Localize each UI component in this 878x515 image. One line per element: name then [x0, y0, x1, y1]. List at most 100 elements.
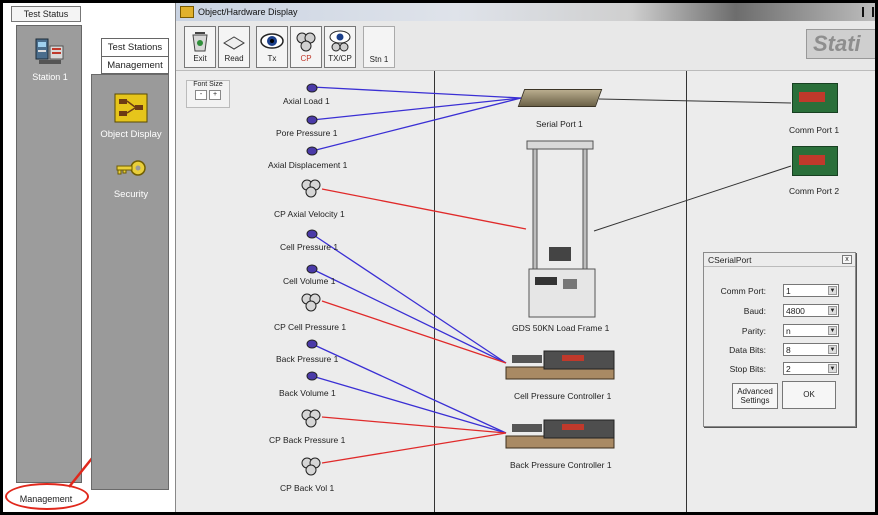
field-label: Baud: — [743, 306, 766, 316]
cp-controller-icon[interactable] — [300, 177, 322, 199]
object-display-icon — [114, 93, 148, 123]
advanced-settings-button[interactable]: Advanced Settings — [732, 383, 778, 409]
sensor-label-cell-pressure[interactable]: Cell Pressure 1 — [280, 242, 338, 252]
serial-port-device[interactable] — [517, 89, 603, 107]
cell-pressure-controller-device[interactable] — [504, 347, 616, 385]
sensor-label-axial-load[interactable]: Axial Load 1 — [283, 96, 330, 106]
tx-cp-button[interactable]: TX/CP — [324, 26, 356, 68]
station-label[interactable]: Station 1 — [17, 72, 83, 82]
sensor-icon[interactable] — [306, 371, 318, 381]
management-panel: Object Display Security — [91, 74, 169, 490]
dialog-close-button[interactable]: x — [842, 255, 852, 264]
sensor-label-cp-axial-velocity[interactable]: CP Axial Velocity 1 — [274, 209, 345, 219]
comm-port-1-card[interactable] — [792, 83, 838, 113]
tab-test-status[interactable]: Test Status — [11, 6, 81, 22]
cp-controller-icon[interactable] — [300, 455, 322, 477]
sensor-icon[interactable] — [306, 229, 318, 239]
read-button[interactable]: Read — [218, 26, 250, 68]
nav-item-label: Object Display — [100, 129, 162, 140]
brand-logo: Stati — [806, 29, 875, 59]
load-frame-label: GDS 50KN Load Frame 1 — [512, 323, 610, 333]
back-controller-label: Back Pressure Controller 1 — [510, 460, 612, 470]
link-cp-axial-velocity — [321, 188, 527, 230]
comm-port-1-label: Comm Port 1 — [789, 125, 840, 135]
app-frame: Test Status Station 1 Management Test St… — [3, 3, 875, 512]
toolbar: Exit Read Tx CP TX/CP Stn 1 Stati — [176, 21, 875, 71]
link-axial-displacement — [311, 97, 522, 152]
link-cell-pressure — [311, 233, 507, 364]
sensor-icon[interactable] — [306, 146, 318, 156]
field-parity: Parity: n ▼ — [704, 323, 857, 339]
field-stop-bits: Stop Bits: 2 ▼ — [704, 361, 857, 377]
window-titlebar[interactable]: Object/Hardware Display — [176, 3, 875, 21]
recycle-bin-icon — [192, 32, 208, 52]
eye-icon — [260, 33, 284, 49]
field-comm-port: Comm Port: 1 ▼ — [704, 283, 857, 299]
tx-button[interactable]: Tx — [256, 26, 288, 68]
nav-item-object-display[interactable]: Object Display — [92, 93, 170, 140]
cell-controller-label: Cell Pressure Controller 1 — [514, 391, 612, 401]
hardware-canvas: Font Size - + Axial Load 1 Pore Pressure… — [176, 71, 875, 512]
chevron-down-icon[interactable]: ▼ — [828, 326, 837, 335]
sensor-label-cp-back-vol[interactable]: CP Back Vol 1 — [280, 483, 334, 493]
controller-icon — [296, 32, 316, 52]
station-icon[interactable] — [35, 38, 65, 66]
cp-controller-icon[interactable] — [300, 291, 322, 313]
data-bits-select[interactable]: 8 ▼ — [783, 343, 839, 356]
serial-port-label: Serial Port 1 — [536, 119, 583, 129]
link-serial-comm1 — [598, 98, 792, 104]
sensor-label-pore-pressure[interactable]: Pore Pressure 1 — [276, 128, 337, 138]
sensor-icon[interactable] — [306, 339, 318, 349]
sensor-label-back-volume[interactable]: Back Volume 1 — [279, 388, 336, 398]
back-pressure-controller-device[interactable] — [504, 416, 616, 454]
sensor-label-axial-displacement[interactable]: Axial Displacement 1 — [268, 160, 347, 170]
station-1-button[interactable]: Stn 1 — [363, 26, 395, 68]
field-label: Comm Port: — [720, 286, 766, 296]
load-frame-device[interactable] — [519, 139, 605, 319]
chevron-down-icon[interactable]: ▼ — [828, 306, 837, 315]
sensor-label-cp-back-pressure[interactable]: CP Back Pressure 1 — [269, 435, 345, 445]
sensor-label-cell-volume[interactable]: Cell Volume 1 — [283, 276, 335, 286]
sensor-label-cp-cell-pressure[interactable]: CP Cell Pressure 1 — [274, 322, 346, 332]
link-pore-pressure — [311, 97, 522, 121]
window-control-icon[interactable] — [862, 7, 874, 17]
field-label: Stop Bits: — [729, 364, 766, 374]
exit-button[interactable]: Exit — [184, 26, 216, 68]
sensor-icon[interactable] — [306, 83, 318, 93]
app-icon — [180, 6, 194, 18]
header-management[interactable]: Management — [102, 57, 168, 74]
link-frame-comm2 — [593, 165, 792, 232]
link-cp-back-vol — [321, 432, 507, 464]
stop-bits-select[interactable]: 2 ▼ — [783, 362, 839, 375]
header-test-stations[interactable]: Test Stations — [102, 39, 168, 57]
baud-select[interactable]: 4800 ▼ — [783, 304, 839, 317]
cp-button[interactable]: CP — [290, 26, 322, 68]
comm-port-select[interactable]: 1 ▼ — [783, 284, 839, 297]
book-icon — [223, 36, 245, 50]
dialog-title: CSerialPort — [708, 255, 752, 265]
dialog-titlebar[interactable]: CSerialPort x — [704, 253, 855, 267]
management-header: Test Stations Management — [101, 38, 169, 74]
ok-button[interactable]: OK — [782, 381, 836, 409]
cp-controller-icon[interactable] — [300, 407, 322, 429]
sensor-label-back-pressure[interactable]: Back Pressure 1 — [276, 354, 338, 364]
sensor-icon[interactable] — [306, 115, 318, 125]
link-back-pressure — [311, 343, 507, 434]
serial-port-dialog: CSerialPort x Comm Port: 1 ▼ Baud: 4800 ▼ … — [703, 252, 856, 427]
link-axial-load — [311, 86, 522, 99]
parity-select[interactable]: n ▼ — [783, 324, 839, 337]
management-nav: Test Stations Management Object Display — [89, 38, 173, 490]
window-title: Object/Hardware Display — [198, 7, 298, 17]
nav-item-security[interactable]: Security — [92, 153, 170, 200]
key-icon — [116, 160, 146, 176]
chevron-down-icon[interactable]: ▼ — [828, 286, 837, 295]
field-label: Data Bits: — [729, 345, 766, 355]
sensor-icon[interactable] — [306, 264, 318, 274]
chevron-down-icon[interactable]: ▼ — [828, 345, 837, 354]
chevron-down-icon[interactable]: ▼ — [828, 364, 837, 373]
field-data-bits: Data Bits: 8 ▼ — [704, 342, 857, 358]
link-cell-volume — [311, 268, 507, 364]
field-baud: Baud: 4800 ▼ — [704, 303, 857, 319]
comm-port-2-card[interactable] — [792, 146, 838, 176]
link-cp-cell-pressure — [321, 300, 507, 364]
